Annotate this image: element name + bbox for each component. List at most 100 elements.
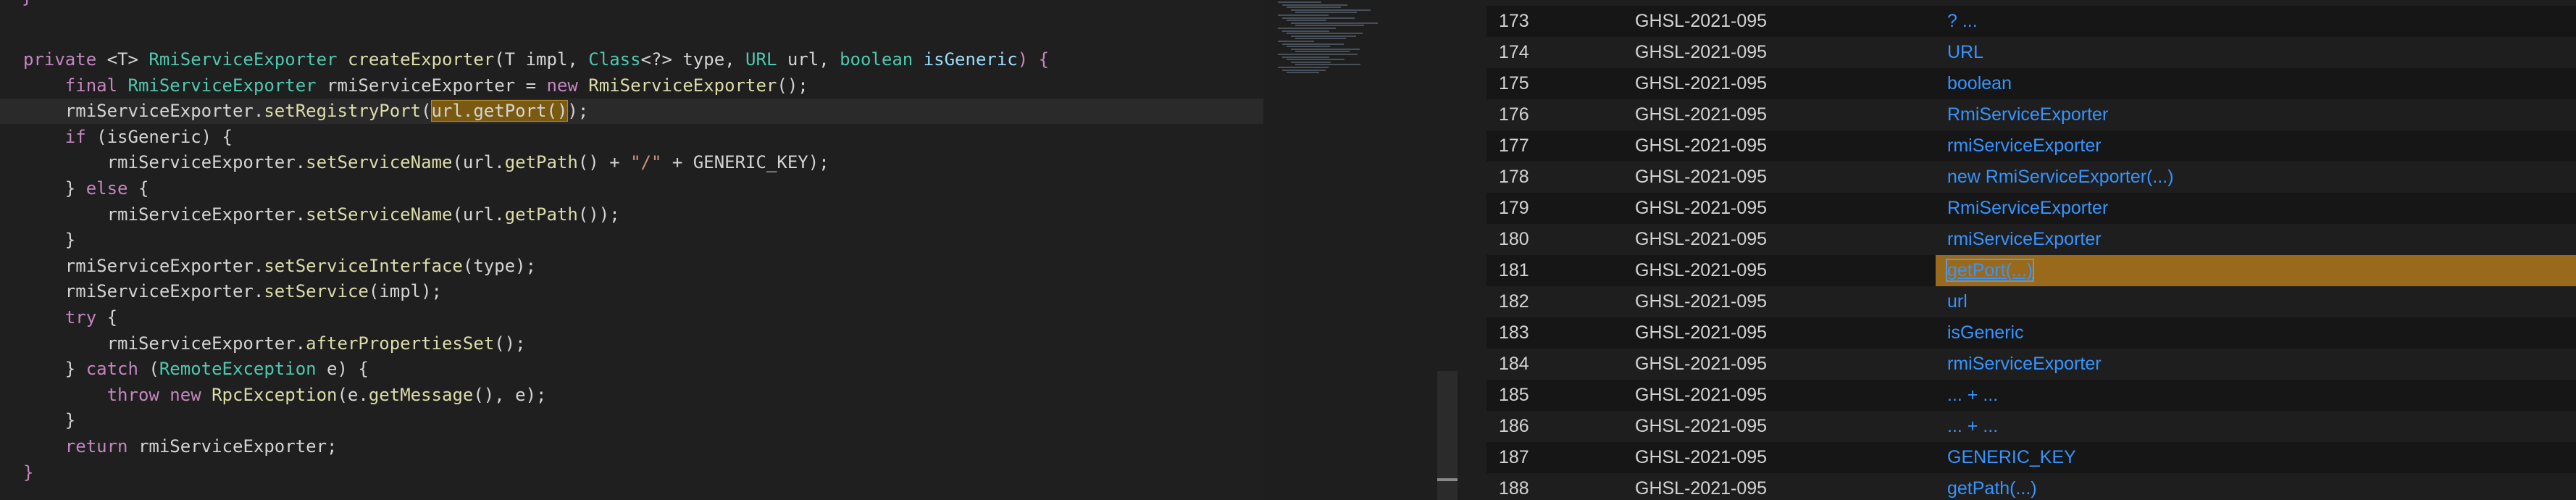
node-link[interactable]: rmiServiceExporter bbox=[1947, 136, 2102, 156]
table-row[interactable]: 181 GHSL-2021-095 getPort(...) bbox=[1486, 255, 2576, 286]
row-number: 187 bbox=[1499, 447, 1529, 467]
code-line[interactable]: rmiServiceExporter.setServiceName(url.ge… bbox=[0, 202, 1263, 228]
code-token: + GENERIC_KEY); bbox=[661, 152, 829, 173]
minimap-line bbox=[1295, 51, 1350, 53]
code-token: "/" bbox=[630, 152, 662, 173]
minimap-line bbox=[1287, 7, 1341, 9]
advisory-id: GHSL-2021-095 bbox=[1635, 229, 1768, 249]
code-token: isGeneric bbox=[923, 49, 1018, 70]
node-cell: getPath(...) bbox=[1936, 473, 2576, 500]
code-token: rmiServiceExporter. bbox=[23, 255, 264, 276]
node-link[interactable]: isGeneric bbox=[1947, 322, 2024, 343]
node-cell: URL bbox=[1936, 37, 2576, 68]
code-token: } bbox=[23, 230, 76, 251]
minimap-line bbox=[1291, 9, 1371, 11]
node-link[interactable]: boolean bbox=[1947, 73, 2012, 93]
row-number: 180 bbox=[1499, 229, 1529, 249]
node-link[interactable]: ... + ... bbox=[1947, 416, 1998, 436]
table-row[interactable]: 184 GHSL-2021-095 rmiServiceExporter bbox=[1486, 349, 2576, 380]
table-row[interactable]: 187 GHSL-2021-095 GENERIC_KEY bbox=[1486, 442, 2576, 473]
table-row[interactable]: 182 GHSL-2021-095 url bbox=[1486, 286, 2576, 317]
node-cell: ... + ... bbox=[1936, 380, 2576, 411]
code-token: setServiceName bbox=[306, 152, 453, 173]
code-token: } bbox=[23, 410, 76, 431]
node-link[interactable]: RmiServiceExporter bbox=[1947, 104, 2108, 125]
table-row[interactable]: 186 GHSL-2021-095 ... + ... bbox=[1486, 411, 2576, 442]
table-row[interactable]: 183 GHSL-2021-095 isGeneric bbox=[1486, 317, 2576, 349]
advisory-id: GHSL-2021-095 bbox=[1635, 198, 1768, 218]
node-link[interactable]: URL bbox=[1947, 42, 1983, 62]
code-token: (); bbox=[777, 75, 808, 96]
code-line[interactable]: rmiServiceExporter.setServiceInterface(t… bbox=[0, 254, 1263, 279]
table-row[interactable]: 176 GHSL-2021-095 RmiServiceExporter bbox=[1486, 99, 2576, 130]
table-row[interactable]: 178 GHSL-2021-095 new RmiServiceExporter(.… bbox=[1486, 162, 2576, 193]
row-number: 176 bbox=[1499, 104, 1529, 125]
table-row[interactable]: 177 GHSL-2021-095 rmiServiceExporter bbox=[1486, 130, 2576, 162]
code-line[interactable]: final RmiServiceExporter rmiServiceExpor… bbox=[0, 73, 1263, 99]
code-line[interactable]: throw new RpcException(e.getMessage(), e… bbox=[0, 383, 1263, 408]
node-link[interactable]: url bbox=[1947, 291, 1967, 312]
table-row[interactable]: 175 GHSL-2021-095 boolean bbox=[1486, 68, 2576, 99]
code-token: catch bbox=[85, 359, 149, 380]
code-line[interactable]: rmiServiceExporter.setService(impl); bbox=[0, 279, 1263, 304]
code-token: url bbox=[787, 49, 819, 70]
advisory-id: GHSL-2021-095 bbox=[1635, 104, 1768, 125]
code-token: ( bbox=[421, 101, 432, 122]
code-token: , bbox=[724, 49, 746, 70]
code-token: impl bbox=[525, 49, 568, 70]
row-number: 181 bbox=[1499, 260, 1529, 280]
code-token: e) { bbox=[327, 359, 369, 380]
advisory-id: GHSL-2021-095 bbox=[1635, 42, 1768, 62]
node-link[interactable]: getPort(...) bbox=[1945, 259, 2035, 282]
row-number: 177 bbox=[1499, 136, 1529, 156]
table-row[interactable]: 173 GHSL-2021-095 ? ... bbox=[1486, 6, 2576, 37]
minimap-line bbox=[1295, 25, 1364, 27]
table-row[interactable]: 180 GHSL-2021-095 rmiServiceExporter bbox=[1486, 224, 2576, 255]
code-line[interactable]: return rmiServiceExporter; bbox=[0, 434, 1263, 459]
minimap-line bbox=[1291, 48, 1360, 50]
node-link[interactable]: new RmiServiceExporter(...) bbox=[1947, 167, 2174, 187]
code-line[interactable]: } else { bbox=[0, 176, 1263, 201]
code-token: getPath bbox=[504, 204, 578, 225]
advisory-id: GHSL-2021-095 bbox=[1635, 322, 1768, 343]
code-line[interactable]: } bbox=[0, 228, 1263, 253]
advisory-id: GHSL-2021-095 bbox=[1635, 167, 1768, 187]
code-line[interactable]: rmiServiceExporter.setServiceName(url.ge… bbox=[0, 150, 1263, 175]
minimap-line bbox=[1282, 69, 1326, 71]
node-link[interactable]: getPath(...) bbox=[1947, 478, 2037, 499]
node-link[interactable]: rmiServiceExporter bbox=[1947, 229, 2102, 249]
minimap[interactable] bbox=[1263, 0, 1437, 500]
code-token: boolean bbox=[840, 49, 924, 70]
code-token: createExporter bbox=[347, 49, 495, 70]
code-editor[interactable]: } private <T> RmiServiceExporter createE… bbox=[0, 0, 1263, 500]
node-link[interactable]: ... + ... bbox=[1947, 385, 1998, 405]
node-cell: new RmiServiceExporter(...) bbox=[1936, 162, 2576, 193]
code-line[interactable]: } bbox=[0, 408, 1263, 433]
row-number: 184 bbox=[1499, 354, 1529, 374]
code-line[interactable]: private <T> RmiServiceExporter createExp… bbox=[0, 47, 1263, 72]
code-line[interactable]: rmiServiceExporter.setRegistryPort(url.g… bbox=[0, 99, 1263, 125]
node-link[interactable]: ? ... bbox=[1947, 11, 1978, 31]
minimap-line bbox=[1282, 56, 1329, 58]
code-token: <?> bbox=[640, 49, 683, 70]
code-token: } bbox=[23, 359, 86, 380]
code-line[interactable]: } catch (RemoteException e) { bbox=[0, 357, 1263, 382]
editor-scrollbar[interactable] bbox=[1437, 0, 1458, 500]
code-token: setService bbox=[264, 281, 369, 302]
node-cell: rmiServiceExporter bbox=[1936, 130, 2576, 162]
row-number: 188 bbox=[1499, 478, 1529, 499]
code-line[interactable]: try { bbox=[0, 305, 1263, 330]
node-link[interactable]: RmiServiceExporter bbox=[1947, 198, 2108, 218]
code-line[interactable]: } bbox=[0, 460, 1263, 486]
node-link[interactable]: GENERIC_KEY bbox=[1947, 447, 2076, 467]
table-row[interactable]: 179 GHSL-2021-095 RmiServiceExporter bbox=[1486, 193, 2576, 224]
node-link[interactable]: rmiServiceExporter bbox=[1947, 354, 2102, 374]
table-row[interactable]: 185 GHSL-2021-095 ... + ... bbox=[1486, 380, 2576, 411]
table-row[interactable]: 188 GHSL-2021-095 getPath(...) bbox=[1486, 473, 2576, 500]
code-line[interactable]: if (isGeneric) { bbox=[0, 125, 1263, 150]
node-cell: RmiServiceExporter bbox=[1936, 193, 2576, 224]
table-row[interactable]: 174 GHSL-2021-095 URL bbox=[1486, 37, 2576, 68]
code-line[interactable]: rmiServiceExporter.afterPropertiesSet(); bbox=[0, 331, 1263, 357]
minimap-line bbox=[1291, 22, 1378, 24]
advisory-id: GHSL-2021-095 bbox=[1635, 354, 1768, 374]
